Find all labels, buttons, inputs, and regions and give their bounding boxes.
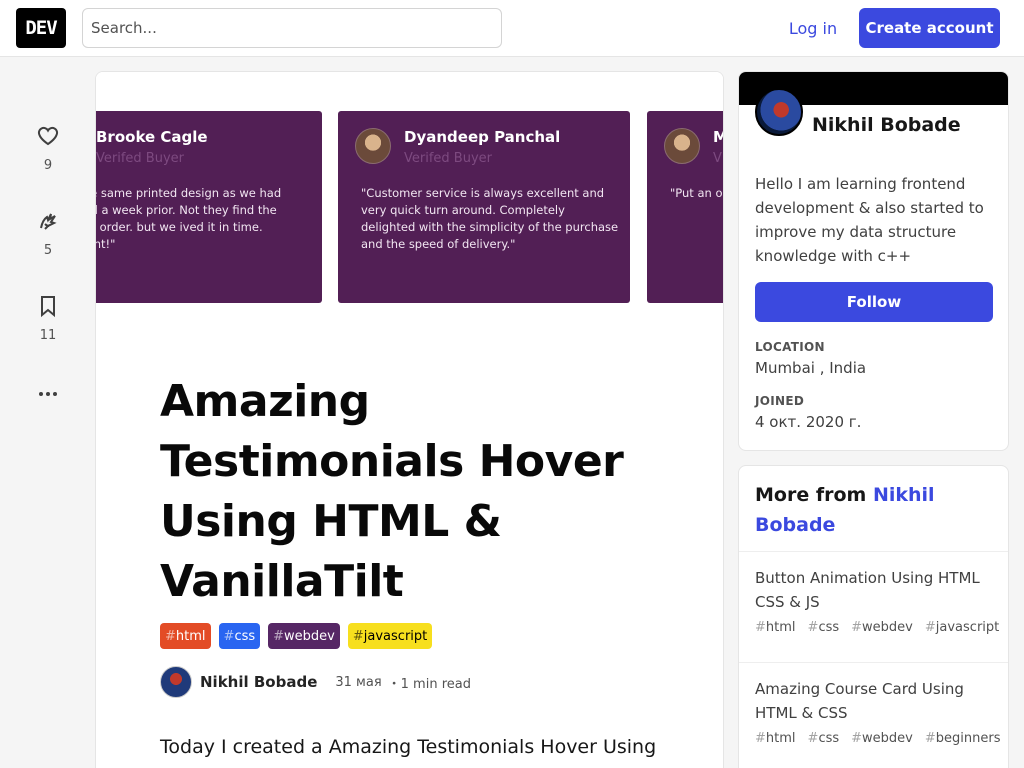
tag-hash: # (352, 628, 364, 644)
testimonial-avatar (355, 128, 391, 164)
divider (739, 662, 1008, 663)
bookmarks-count: 11 (39, 328, 57, 343)
tag-hash: # (165, 628, 176, 644)
reaction-heart-button[interactable]: 9 (24, 124, 72, 173)
tag-label: css (234, 628, 256, 644)
bookmark-icon (41, 296, 55, 318)
article-byline: Nikhil Bobade 31 мая ・1 min read (160, 665, 471, 699)
read-time: ・1 min read (387, 676, 471, 692)
heading-prefix: More from (755, 484, 873, 506)
post-tag[interactable]: #beginners (925, 731, 1001, 746)
more-options-button[interactable] (24, 382, 72, 406)
post-tag[interactable]: #webdev (851, 620, 913, 635)
profile-bio: Hello I am learning frontend development… (755, 175, 984, 265)
top-header: DEV Log in Create account (0, 0, 1024, 57)
create-account-button[interactable]: Create account (859, 8, 1000, 48)
location-label: LOCATION (755, 340, 825, 354)
post-title[interactable]: Amazing Course Card Using HTML & CSS (755, 677, 985, 725)
article-title: Amazing Testimonials Hover Using HTML & … (160, 376, 624, 607)
profile-avatar[interactable] (755, 88, 803, 136)
list-item[interactable]: Button Animation Using HTML CSS & JS #ht… (739, 566, 1008, 635)
search-input[interactable] (82, 8, 502, 48)
tag-webdev[interactable]: # webdev (268, 623, 340, 649)
post-tag[interactable]: #html (755, 620, 796, 635)
reactions-count: 9 (43, 158, 53, 173)
testimonial-subtitle: V (713, 151, 722, 166)
testimonial-card: Dyandeep Panchal Verifed Buyer "Customer… (338, 111, 630, 303)
joined-value: 4 окт. 2020 г. (755, 413, 862, 431)
follow-button[interactable]: Follow (755, 282, 993, 322)
tag-hash: # (223, 628, 235, 644)
post-tags: #html #css #webdev #beginners (755, 731, 1001, 746)
post-tag[interactable]: #css (808, 620, 840, 635)
tag-label: webdev (284, 628, 335, 644)
article-card: Brooke Cagle Verifed Buyer ded the same … (95, 71, 724, 768)
divider (739, 551, 1008, 552)
testimonial-name: M (713, 128, 723, 146)
author-name[interactable]: Nikhil Bobade (200, 673, 317, 691)
tag-label: javascript (363, 628, 428, 644)
tag-javascript[interactable]: # javascript (347, 623, 433, 649)
testimonial-quote: ded the same printed design as we had or… (96, 186, 282, 251)
article-tags: # html # css # webdev # javascript (160, 623, 433, 649)
testimonial-card: Brooke Cagle Verifed Buyer ded the same … (96, 111, 322, 303)
testimonial-avatar (664, 128, 700, 164)
post-tag[interactable]: #css (808, 731, 840, 746)
testimonial-quote: "Put an or only prais standatd. and reco… (670, 186, 723, 200)
tag-html[interactable]: # html (160, 623, 211, 649)
testimonial-name: Brooke Cagle (96, 128, 208, 146)
author-profile-card: Nikhil Bobade Hello I am learning fronte… (738, 71, 1009, 451)
location-value: Mumbai , India (755, 359, 867, 377)
post-tag[interactable]: #html (755, 731, 796, 746)
post-tag[interactable]: #javascript (925, 620, 999, 635)
unicorn-icon (40, 213, 57, 230)
heart-icon (37, 126, 59, 146)
bookmark-button[interactable]: 11 (24, 294, 72, 343)
more-from-heading: More from Nikhil Bobade (755, 480, 995, 540)
joined-label: JOINED (755, 394, 805, 408)
more-from-author-card: More from Nikhil Bobade Button Animation… (738, 465, 1009, 768)
testimonial-quote: "Customer service is always excellent an… (361, 186, 619, 251)
testimonial-name: Dyandeep Panchal (404, 128, 561, 146)
ellipsis-icon (39, 392, 57, 396)
author-avatar[interactable] (160, 666, 192, 698)
post-tags: #html #css #webdev #javascript (755, 620, 999, 635)
dev-logo[interactable]: DEV (16, 8, 66, 48)
tag-label: html (175, 628, 206, 644)
unicorns-count: 5 (43, 243, 53, 258)
profile-name[interactable]: Nikhil Bobade (812, 114, 961, 136)
testimonial-subtitle: Verifed Buyer (404, 151, 492, 166)
list-item[interactable]: Amazing Course Card Using HTML & CSS #ht… (739, 677, 1008, 746)
publish-date: 31 мая (335, 674, 382, 690)
post-title[interactable]: Button Animation Using HTML CSS & JS (755, 566, 985, 614)
tag-hash: # (273, 628, 285, 644)
post-tag[interactable]: #webdev (851, 731, 913, 746)
article-intro: Today I created a Amazing Testimonials H… (160, 736, 657, 758)
testimonial-card: M V "Put an or only prais standatd. and … (647, 111, 723, 303)
reaction-unicorn-button[interactable]: 5 (24, 209, 72, 258)
tag-css[interactable]: # css (218, 623, 261, 649)
cover-image: Brooke Cagle Verifed Buyer ded the same … (96, 72, 723, 322)
login-link[interactable]: Log in (776, 8, 850, 48)
testimonial-subtitle: Verifed Buyer (96, 151, 184, 166)
